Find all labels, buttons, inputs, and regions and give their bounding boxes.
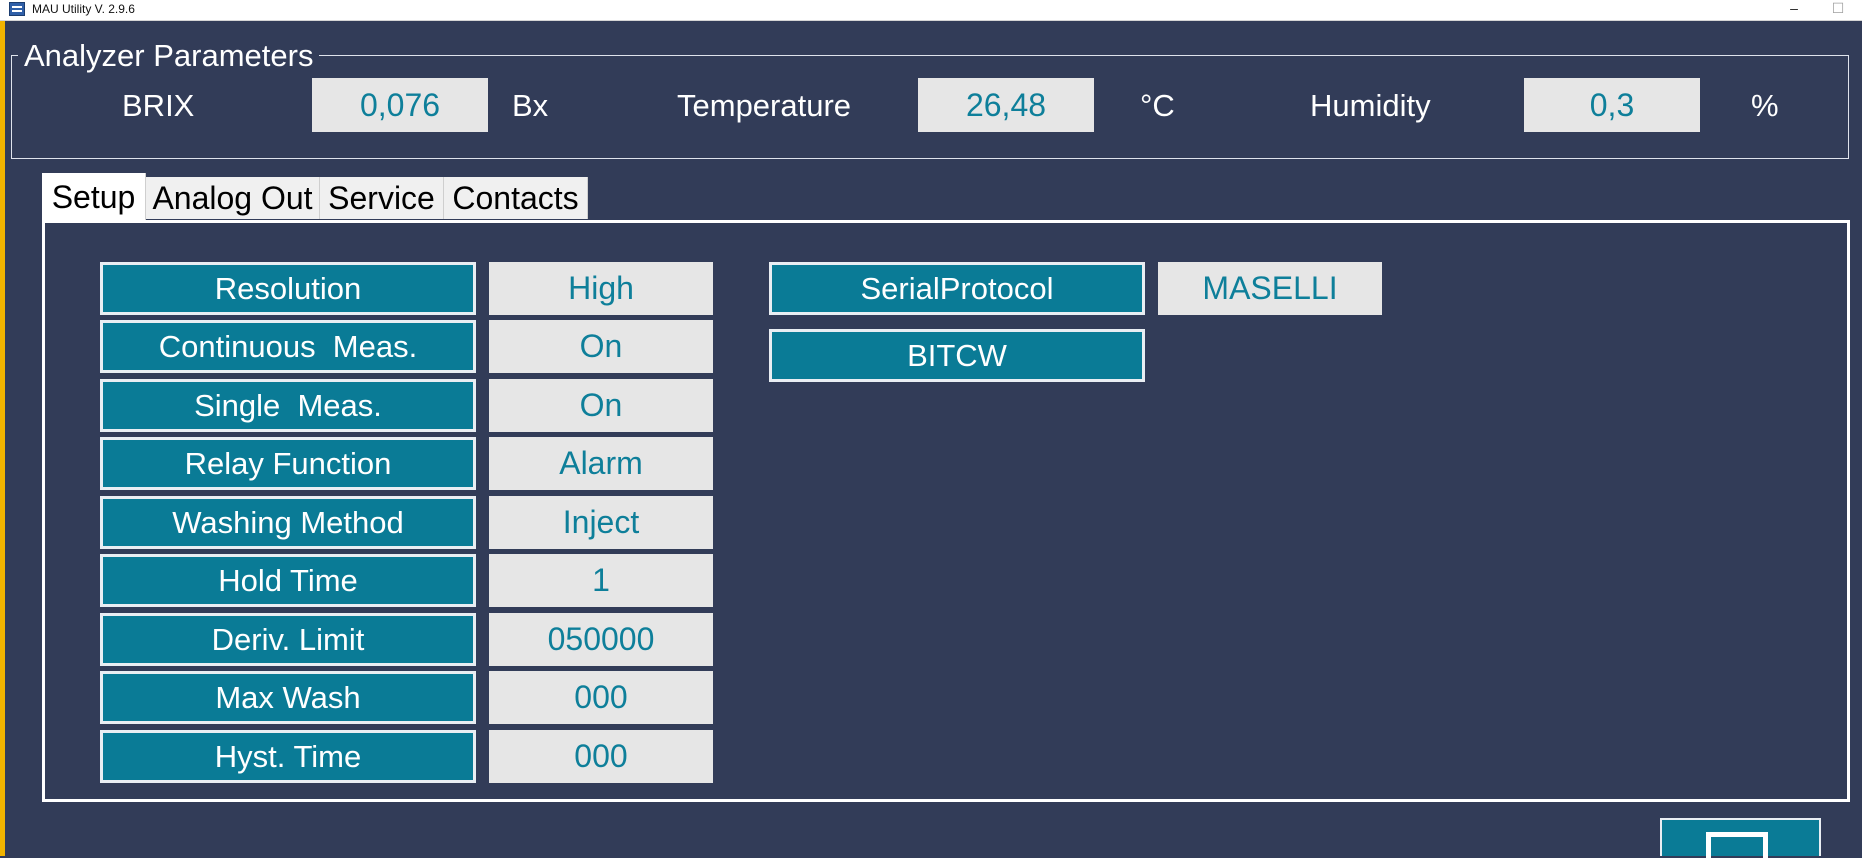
- single-meas-value: On: [489, 379, 713, 432]
- washing-method-value: Inject: [489, 496, 713, 549]
- maximize-button[interactable]: ☐: [1822, 0, 1854, 20]
- left-edge-accent: [0, 0, 5, 856]
- hold-time-button[interactable]: Hold Time: [100, 554, 476, 607]
- minimize-button[interactable]: –: [1778, 0, 1810, 20]
- window-title: MAU Utility V. 2.9.6: [32, 2, 135, 16]
- app-icon: [9, 2, 25, 16]
- serial-protocol-button[interactable]: SerialProtocol: [769, 262, 1145, 315]
- tab-analog-out[interactable]: Analog Out: [146, 177, 320, 219]
- tab-service[interactable]: Service: [320, 177, 444, 219]
- resolution-button[interactable]: Resolution: [100, 262, 476, 315]
- relay-function-button[interactable]: Relay Function: [100, 437, 476, 490]
- humidity-unit: %: [1751, 88, 1779, 123]
- max-wash-button[interactable]: Max Wash: [100, 671, 476, 724]
- relay-function-value: Alarm: [489, 437, 713, 490]
- temperature-value: 26,48: [918, 78, 1094, 132]
- title-bar: MAU Utility V. 2.9.6 – ☐: [0, 0, 1862, 21]
- analyzer-parameters-title: Analyzer Parameters: [18, 38, 320, 74]
- tab-contacts[interactable]: Contacts: [444, 177, 588, 219]
- max-wash-value: 000: [489, 671, 713, 724]
- temperature-label: Temperature: [677, 88, 852, 123]
- serial-protocol-value: MASELLI: [1158, 262, 1382, 315]
- humidity-value: 0,3: [1524, 78, 1700, 132]
- window-icon: [1706, 832, 1768, 858]
- deriv-limit-value: 050000: [489, 613, 713, 666]
- temperature-unit: °C: [1140, 88, 1175, 123]
- humidity-label: Humidity: [1310, 88, 1431, 123]
- continuous-meas-button[interactable]: Continuous Meas.: [100, 320, 476, 373]
- resolution-value: High: [489, 262, 713, 315]
- hyst-time-button[interactable]: Hyst. Time: [100, 730, 476, 783]
- hyst-time-value: 000: [489, 730, 713, 783]
- washing-method-button[interactable]: Washing Method: [100, 496, 476, 549]
- brix-label: BRIX: [122, 88, 195, 123]
- brix-value: 0,076: [312, 78, 488, 132]
- deriv-limit-button[interactable]: Deriv. Limit: [100, 613, 476, 666]
- hold-time-value: 1: [489, 554, 713, 607]
- bottom-action-button[interactable]: [1660, 818, 1821, 858]
- brix-unit: Bx: [512, 88, 549, 123]
- single-meas-button[interactable]: Single Meas.: [100, 379, 476, 432]
- continuous-meas-value: On: [489, 320, 713, 373]
- tab-setup[interactable]: Setup: [42, 173, 146, 221]
- bitcw-button[interactable]: BITCW: [769, 329, 1145, 382]
